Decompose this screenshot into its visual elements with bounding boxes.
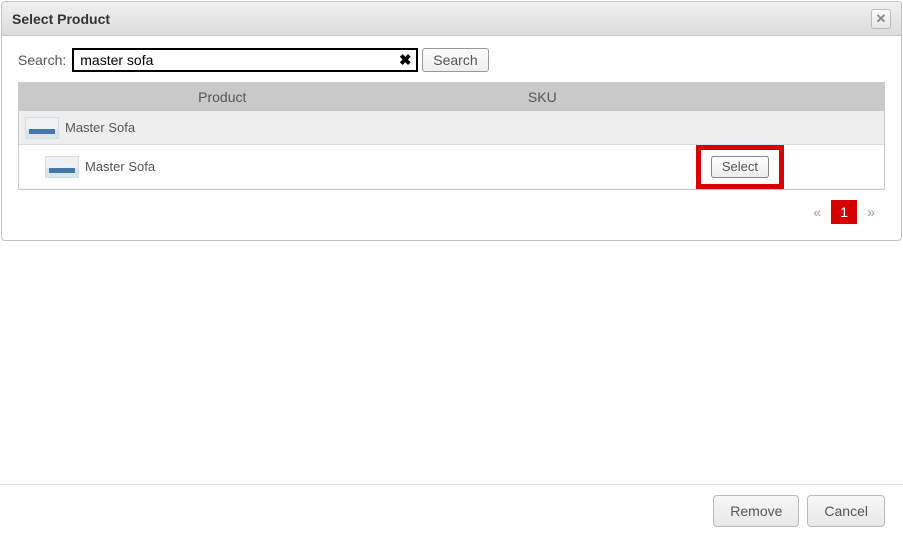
table-header: Product SKU	[19, 83, 884, 111]
product-thumbnail-icon	[25, 117, 59, 139]
close-icon[interactable]: ✕	[871, 9, 891, 29]
page-current[interactable]: 1	[831, 200, 857, 224]
product-item-row: Master Sofa Select	[19, 145, 884, 189]
dialog-title: Select Product	[12, 11, 871, 27]
dialog-titlebar: Select Product ✕	[2, 2, 901, 36]
page-next-icon[interactable]: »	[863, 200, 879, 224]
select-highlight: Select	[696, 145, 784, 189]
select-product-dialog: Select Product ✕ Search: ✖ Search Produc…	[1, 1, 902, 241]
results-table: Product SKU Master Sofa Master Sofa Sele…	[18, 82, 885, 190]
group-name: Master Sofa	[65, 120, 135, 135]
search-input[interactable]	[72, 48, 418, 72]
search-label: Search:	[18, 52, 66, 68]
product-group-row[interactable]: Master Sofa	[19, 111, 884, 145]
remove-button[interactable]: Remove	[713, 495, 799, 527]
item-name: Master Sofa	[85, 159, 155, 174]
page-prev-icon[interactable]: «	[809, 200, 825, 224]
pagination: « 1 »	[18, 200, 885, 224]
col-product: Product	[19, 89, 426, 105]
dialog-content: Search: ✖ Search Product SKU Master Sofa…	[2, 36, 901, 240]
col-sku: SKU	[426, 89, 660, 105]
select-button[interactable]: Select	[711, 156, 769, 178]
product-thumbnail-icon	[45, 156, 79, 178]
search-wrapper: ✖	[72, 48, 418, 72]
search-button[interactable]: Search	[422, 48, 488, 72]
search-row: Search: ✖ Search	[18, 48, 885, 72]
dialog-footer: Remove Cancel	[0, 484, 903, 537]
cancel-button[interactable]: Cancel	[807, 495, 885, 527]
clear-search-icon[interactable]: ✖	[396, 51, 414, 69]
